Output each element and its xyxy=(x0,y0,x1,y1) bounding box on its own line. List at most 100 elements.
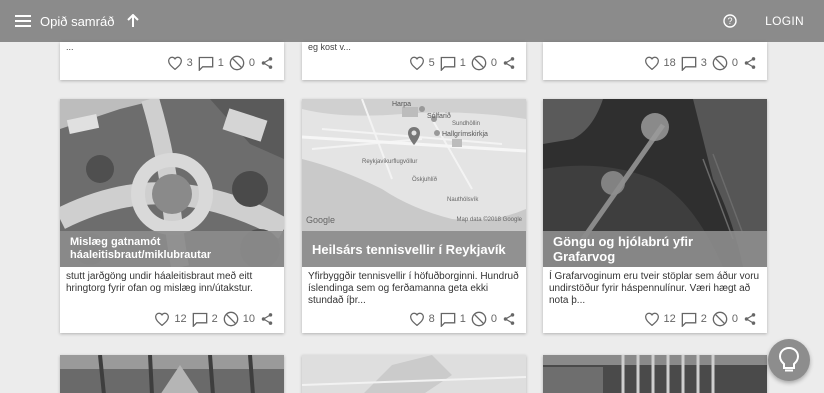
help-circle-icon[interactable]: ? xyxy=(723,14,737,28)
card-actions: 3 1 0 xyxy=(167,53,274,73)
like-button[interactable]: 12 xyxy=(644,312,676,326)
block-count: 0 xyxy=(731,313,738,325)
share-button[interactable] xyxy=(260,56,274,70)
like-button[interactable]: 3 xyxy=(167,56,193,70)
card-actions: 18 3 0 xyxy=(644,53,758,73)
like-count: 18 xyxy=(663,57,676,69)
share-button[interactable] xyxy=(743,312,757,326)
map-label-airport: Reykjavíkurflugvöllur xyxy=(362,159,418,165)
map-label-oskjuhlid: Öskjuhlíð xyxy=(412,177,438,183)
block-icon xyxy=(471,55,487,71)
block-count: 0 xyxy=(490,313,497,325)
comment-count: 1 xyxy=(217,57,224,69)
comment-button[interactable]: 1 xyxy=(440,56,466,71)
heart-icon xyxy=(155,312,170,326)
share-button[interactable] xyxy=(743,56,757,70)
card-actions: 12 2 0 xyxy=(644,309,758,329)
comment-count: 3 xyxy=(700,57,707,69)
block-icon xyxy=(223,311,239,327)
card-snippet: eg kost v... xyxy=(308,42,351,52)
block-button[interactable]: 10 xyxy=(223,311,255,327)
block-count: 0 xyxy=(731,57,738,69)
heart-icon xyxy=(409,312,424,326)
comment-button[interactable]: 2 xyxy=(681,312,707,327)
share-icon xyxy=(744,313,756,325)
block-icon xyxy=(712,55,728,71)
idea-card-bottom-2[interactable] xyxy=(302,355,526,393)
share-button[interactable] xyxy=(502,312,516,326)
share-icon xyxy=(261,313,273,325)
menu-icon[interactable] xyxy=(12,0,34,42)
block-button[interactable]: 0 xyxy=(471,55,497,71)
block-button[interactable]: 0 xyxy=(712,55,738,71)
block-button[interactable]: 0 xyxy=(712,311,738,327)
idea-card-bottom-3[interactable] xyxy=(543,355,767,393)
block-count: 10 xyxy=(242,313,255,325)
comment-button[interactable]: 1 xyxy=(198,56,224,71)
block-icon xyxy=(229,55,245,71)
like-button[interactable]: 5 xyxy=(409,56,435,70)
share-icon xyxy=(744,57,756,69)
card-title: Göngu og hjólabrú yfir Grafarvog xyxy=(543,231,767,267)
map-label-solfarid: Sólfarið xyxy=(427,113,451,120)
card-description: stutt jarðgöng undir háaleitisbraut með … xyxy=(66,271,253,294)
map-label-sundhollin: Sundhöllin xyxy=(452,121,481,127)
card-image-forest-path xyxy=(60,355,284,393)
heart-icon xyxy=(644,312,659,326)
login-button[interactable]: LOGIN xyxy=(765,14,804,28)
card-image-map-2 xyxy=(302,355,526,393)
block-button[interactable]: 0 xyxy=(229,55,255,71)
share-button[interactable] xyxy=(260,312,274,326)
card-title: Mislæg gatnamót háaleitisbraut/miklubrau… xyxy=(60,231,284,267)
app-title[interactable]: Opið samráð xyxy=(40,14,114,29)
map-label-nautholsvik: Nauthólsvík xyxy=(447,197,479,203)
card-actions: 5 1 0 xyxy=(409,53,516,73)
new-idea-button[interactable] xyxy=(768,339,810,381)
idea-card-interchange[interactable]: Mislæg gatnamót háaleitisbraut/miklubrau… xyxy=(60,99,284,333)
comment-count: 2 xyxy=(211,313,218,325)
like-count: 12 xyxy=(174,313,187,325)
share-button[interactable] xyxy=(502,56,516,70)
comment-button[interactable]: 3 xyxy=(681,56,707,71)
card-image-aerial-roundabout: Mislæg gatnamót háaleitisbraut/miklubrau… xyxy=(60,99,284,267)
arrow-up-icon[interactable] xyxy=(126,14,140,28)
lightbulb-icon xyxy=(778,346,800,372)
like-button[interactable]: 8 xyxy=(409,312,435,326)
comment-icon xyxy=(440,312,456,327)
comment-count: 2 xyxy=(700,313,707,325)
idea-card-tennis[interactable]: Harpa Sólfarið Hallgrímskirkja Reykjavík… xyxy=(302,99,526,333)
map-attribution: Map data ©2018 Google xyxy=(456,217,522,223)
block-count: 0 xyxy=(490,57,497,69)
like-count: 3 xyxy=(186,57,193,69)
idea-card-top-2[interactable]: eg kost v... 5 1 0 xyxy=(302,42,526,80)
heart-icon xyxy=(167,56,182,70)
idea-card-bridge[interactable]: Göngu og hjólabrú yfir Grafarvog Í Grafa… xyxy=(543,99,767,333)
like-count: 8 xyxy=(428,313,435,325)
card-title: Heilsárs tennisvellir í Reykjavík xyxy=(302,231,526,267)
like-count: 12 xyxy=(663,313,676,325)
like-count: 5 xyxy=(428,57,435,69)
svg-text:?: ? xyxy=(728,16,733,26)
idea-card-bottom-1[interactable] xyxy=(60,355,284,393)
top-app-bar: Opið samráð ? LOGIN xyxy=(0,0,824,42)
heart-icon xyxy=(409,56,424,70)
card-description: Yfirbyggðir tennisvellir í höfuðborginni… xyxy=(308,271,519,306)
card-title-text: Mislæg gatnamót háaleitisbraut/miklubrau… xyxy=(70,236,212,261)
idea-card-top-1[interactable]: ... 3 1 0 xyxy=(60,42,284,80)
comment-icon xyxy=(440,56,456,71)
card-title-text: Göngu og hjólabrú yfir Grafarvog xyxy=(553,234,694,264)
card-image-aerial-bay: Göngu og hjólabrú yfir Grafarvog xyxy=(543,99,767,267)
comment-icon xyxy=(681,56,697,71)
comment-button[interactable]: 1 xyxy=(440,312,466,327)
card-actions: 12 2 10 xyxy=(154,309,274,329)
card-actions: 8 1 0 xyxy=(409,309,516,329)
card-title-text: Heilsárs tennisvellir í Reykjavík xyxy=(312,241,506,257)
idea-card-top-3[interactable]: 18 3 0 xyxy=(543,42,767,80)
comment-count: 1 xyxy=(459,57,466,69)
comment-button[interactable]: 2 xyxy=(192,312,218,327)
block-button[interactable]: 0 xyxy=(471,311,497,327)
like-button[interactable]: 12 xyxy=(154,312,187,326)
like-button[interactable]: 18 xyxy=(644,56,676,70)
share-icon xyxy=(503,313,515,325)
comment-count: 1 xyxy=(459,313,466,325)
